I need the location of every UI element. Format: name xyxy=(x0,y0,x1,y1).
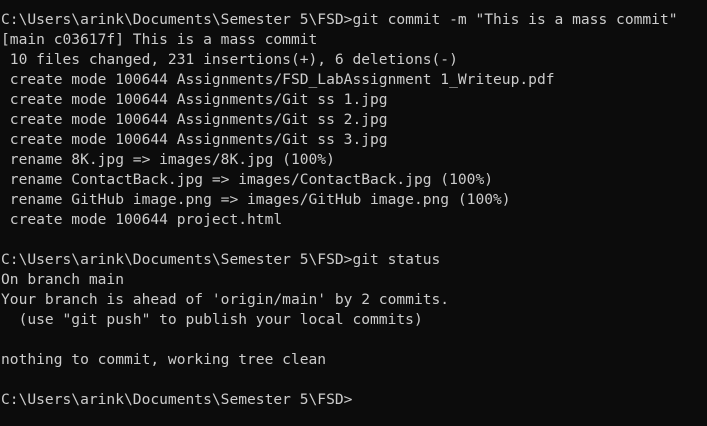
status-line: nothing to commit, working tree clean xyxy=(1,351,327,368)
output-line: rename GitHub image.png => images/GitHub… xyxy=(1,191,511,208)
prompt-line[interactable]: C:\Users\arink\Documents\Semester 5\FSD> xyxy=(1,390,707,410)
output-line: rename ContactBack.jpg => images/Contact… xyxy=(1,171,494,188)
output-line: create mode 100644 Assignments/Git ss 2.… xyxy=(1,111,388,128)
files-changed-line: 10 files changed, 231 insertions(+), 6 d… xyxy=(1,51,458,68)
status-line: Your branch is ahead of 'origin/main' by… xyxy=(1,291,450,308)
command-line: C:\Users\arink\Documents\Semester 5\FSD>… xyxy=(1,251,441,268)
commit-summary-line: [main c03617f] This is a mass commit xyxy=(1,31,318,48)
status-line: On branch main xyxy=(1,271,125,288)
status-hint-line: (use "git push" to publish your local co… xyxy=(1,311,423,328)
text-cursor xyxy=(352,402,361,404)
terminal-window[interactable]: C:\Users\arink\Documents\Semester 5\FSD>… xyxy=(0,0,707,426)
output-line: create mode 100644 Assignments/FSD_LabAs… xyxy=(1,71,555,88)
prompt-text: C:\Users\arink\Documents\Semester 5\FSD> xyxy=(1,391,353,408)
output-line: rename 8K.jpg => images/8K.jpg (100%) xyxy=(1,151,335,168)
output-line: create mode 100644 Assignments/Git ss 3.… xyxy=(1,131,388,148)
output-line: create mode 100644 Assignments/Git ss 1.… xyxy=(1,91,388,108)
command-line: C:\Users\arink\Documents\Semester 5\FSD>… xyxy=(1,11,678,28)
output-line: create mode 100644 project.html xyxy=(1,211,283,228)
